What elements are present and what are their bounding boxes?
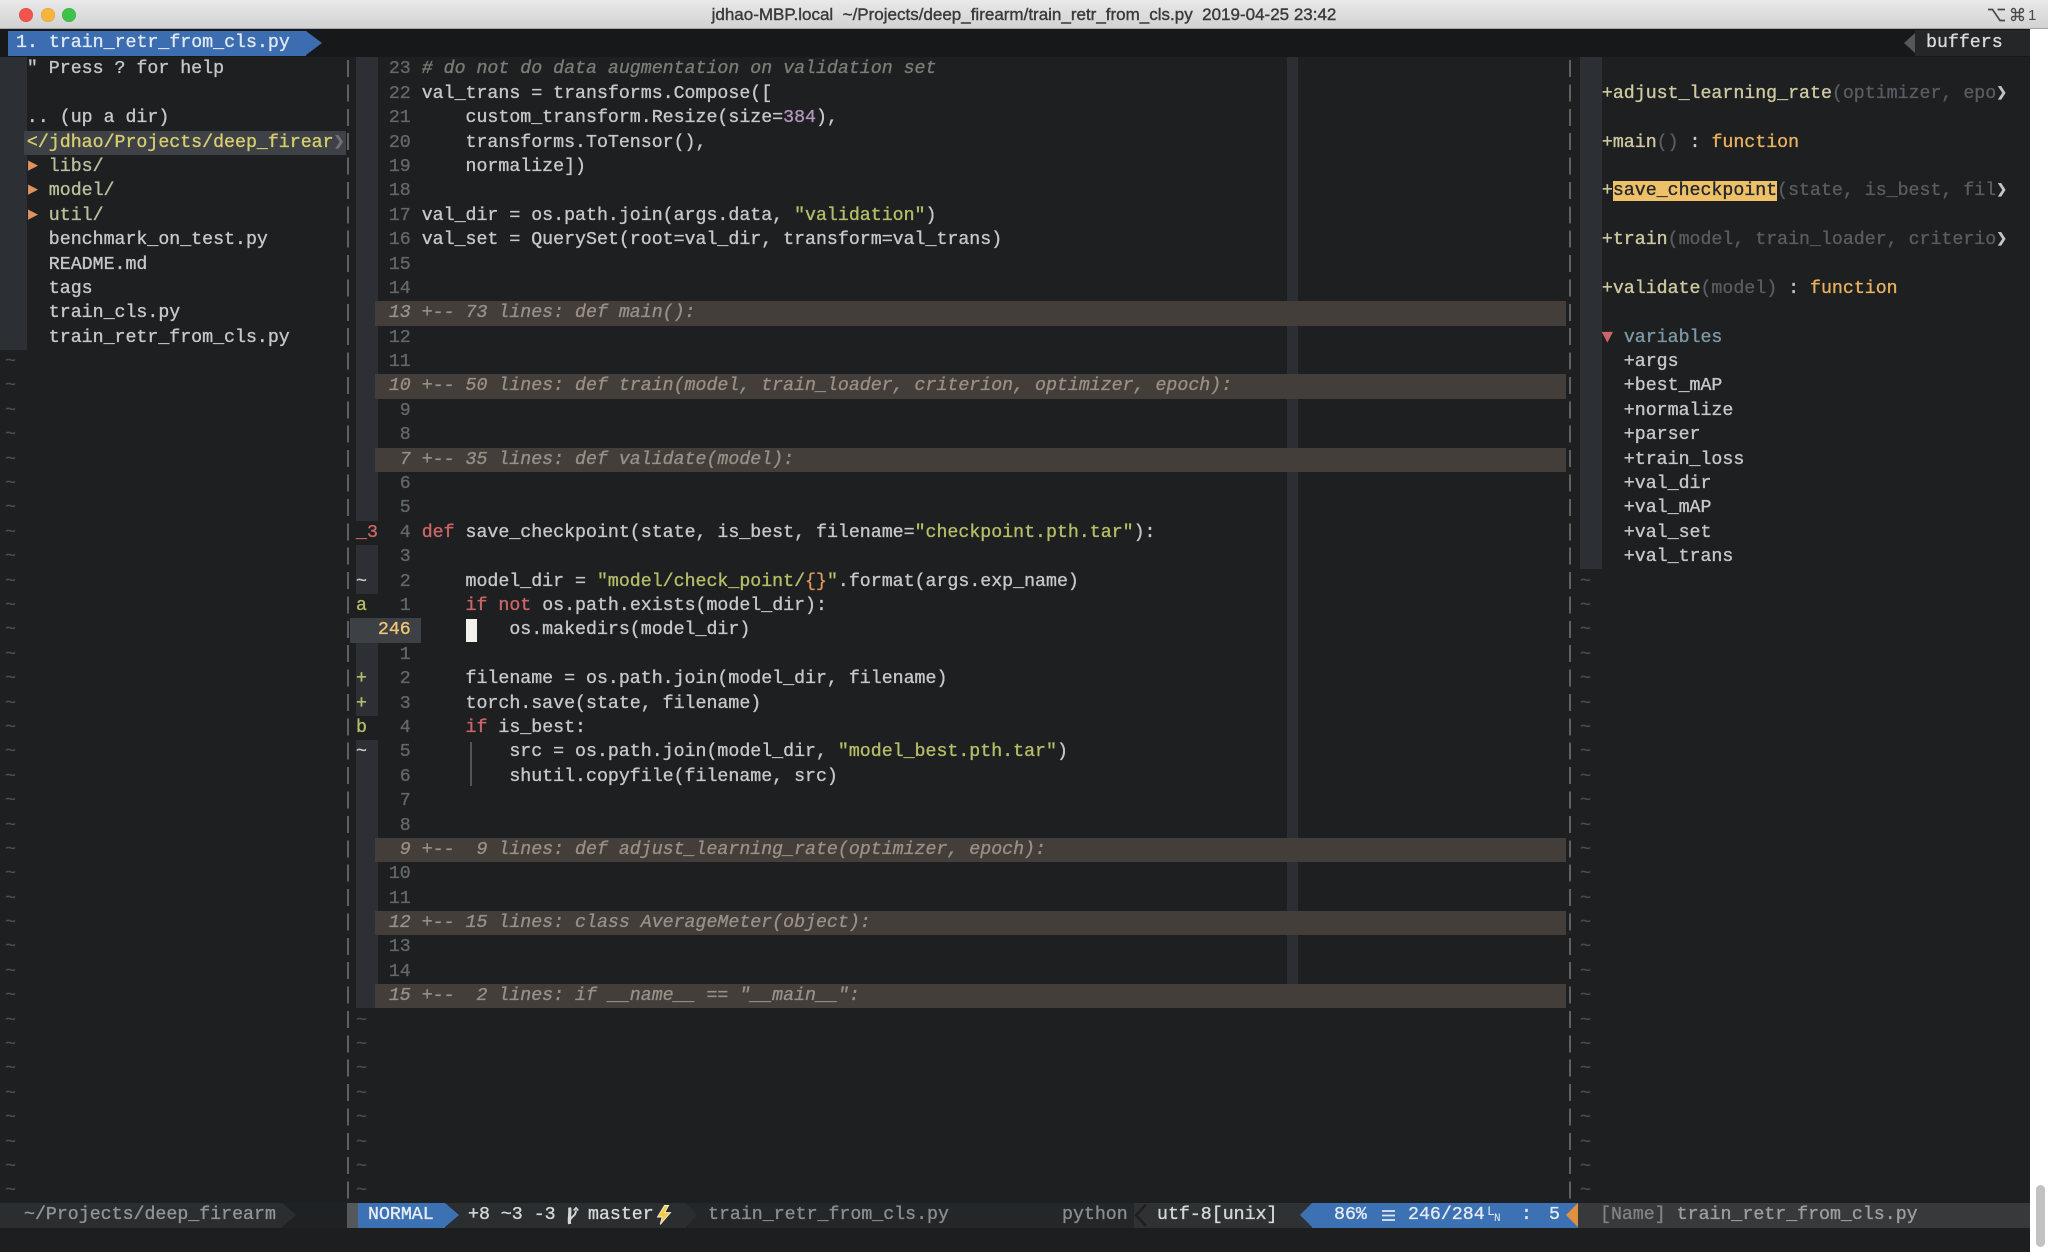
svg-text:1: 1 [2028, 7, 2036, 24]
